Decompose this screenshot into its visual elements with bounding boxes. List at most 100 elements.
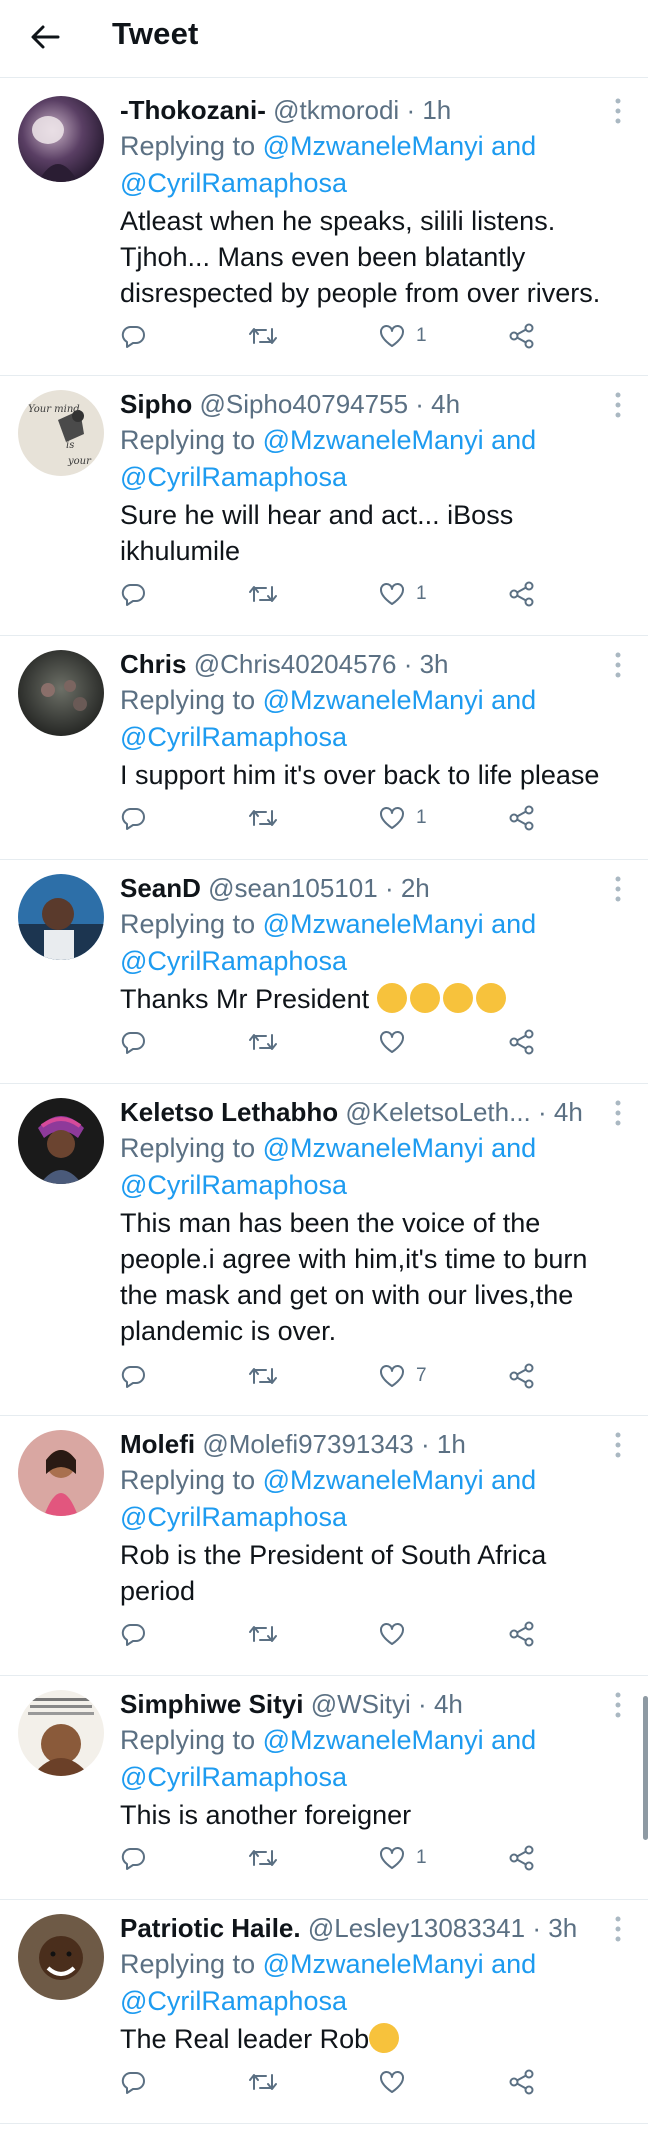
share-button[interactable] [508,1838,536,1878]
mention-link[interactable]: @MzwaneleManyi [263,1465,484,1495]
retweet-button[interactable] [248,1614,278,1654]
timestamp[interactable]: 1h [422,95,451,125]
mention-link[interactable]: @MzwaneleManyi [263,131,484,161]
retweet-button[interactable] [248,798,278,838]
mention-link[interactable]: @CyrilRamaphosa [120,1986,347,2016]
mention-and[interactable]: and [484,425,536,455]
like-button[interactable]: 1 [378,798,427,838]
tweet-item[interactable]: Patriotic Haile. @Lesley13083341 · 3h Re… [0,1900,648,2124]
mention-and[interactable]: and [484,1465,536,1495]
like-button[interactable] [378,1614,416,1654]
share-button[interactable] [508,1614,536,1654]
tweet-item[interactable]: -Thokozani- @tkmorodi · 1h Replying to @… [0,82,648,376]
tweet-item[interactable]: Simphiwe Sityi @WSityi · 4h Replying to … [0,1676,648,1900]
mention-link[interactable]: @CyrilRamaphosa [120,168,347,198]
user-handle[interactable]: @WSityi [311,1689,411,1719]
display-name[interactable]: Keletso Lethabho [120,1097,338,1127]
mention-and[interactable]: and [484,131,536,161]
share-button[interactable] [508,798,536,838]
user-handle[interactable]: @KeletsoLeth... [345,1097,530,1127]
scrollbar[interactable] [643,1696,648,1840]
share-button[interactable] [508,2062,536,2102]
avatar[interactable] [18,1098,104,1184]
retweet-button[interactable] [248,1356,278,1396]
retweet-button[interactable] [248,1022,278,1062]
share-button[interactable] [508,574,536,614]
retweet-icon [249,586,277,602]
mention-link[interactable]: @CyrilRamaphosa [120,1762,347,1792]
mention-and[interactable]: and [484,909,536,939]
display-name[interactable]: Simphiwe Sityi [120,1689,304,1719]
tweet-item[interactable]: Chris @Chris40204576 · 3h Replying to @M… [0,636,648,860]
reply-button[interactable] [120,1356,146,1396]
share-button[interactable] [508,1356,536,1396]
display-name[interactable]: Molefi [120,1429,195,1459]
avatar[interactable] [18,1430,104,1516]
mention-link[interactable]: @MzwaneleManyi [263,909,484,939]
mention-link[interactable]: @CyrilRamaphosa [120,946,347,976]
mention-link[interactable]: @MzwaneleManyi [263,1949,484,1979]
tweet-item[interactable]: Molefi @Molefi97391343 · 1h Replying to … [0,1416,648,1676]
retweet-button[interactable] [248,574,278,614]
display-name[interactable]: Patriotic Haile. [120,1913,301,1943]
timestamp[interactable]: 3h [420,649,449,679]
reply-button[interactable] [120,1022,146,1062]
mention-and[interactable]: and [484,1725,536,1755]
reply-button[interactable] [120,2062,146,2102]
user-handle[interactable]: @sean105101 [208,873,378,903]
user-handle[interactable]: @tkmorodi [273,95,399,125]
timestamp[interactable]: 3h [548,1913,577,1943]
mention-link[interactable]: @MzwaneleManyi [263,685,484,715]
share-button[interactable] [508,1022,536,1062]
retweet-button[interactable] [248,316,278,356]
mention-and[interactable]: and [484,1133,536,1163]
tweet-item[interactable]: Your mind is your Sipho @Sipho40794755 · 4… [0,376,648,636]
avatar[interactable]: Your mind is your [18,390,104,476]
back-button[interactable] [22,14,68,60]
avatar[interactable] [18,650,104,736]
reply-button[interactable] [120,1614,146,1654]
retweet-button[interactable] [248,1838,278,1878]
timestamp[interactable]: 2h [401,873,430,903]
user-handle[interactable]: @Lesley13083341 [308,1913,525,1943]
like-button[interactable]: 7 [378,1356,427,1396]
tweet-item[interactable]: SeanD @sean105101 · 2h Replying to @Mzwa… [0,860,648,1084]
mention-and[interactable]: and [484,1949,536,1979]
reply-button[interactable] [120,316,146,356]
mention-link[interactable]: @MzwaneleManyi [263,1725,484,1755]
mention-link[interactable]: @CyrilRamaphosa [120,462,347,492]
heart-icon [380,1031,404,1053]
timestamp[interactable]: 4h [554,1097,583,1127]
like-button[interactable]: 1 [378,574,427,614]
mention-link[interactable]: @MzwaneleManyi [263,425,484,455]
display-name[interactable]: Sipho [120,389,192,419]
like-button[interactable]: 1 [378,316,427,356]
reply-button[interactable] [120,1838,146,1878]
mention-and[interactable]: and [484,685,536,715]
display-name[interactable]: SeanD [120,873,201,903]
like-button[interactable]: 1 [378,1838,427,1878]
avatar[interactable] [18,1914,104,2000]
share-button[interactable] [508,316,536,356]
avatar[interactable] [18,96,104,182]
tweet-item[interactable]: Keletso Lethabho @KeletsoLeth... · 4h Re… [0,1084,648,1416]
avatar[interactable] [18,874,104,960]
like-button[interactable] [378,1022,416,1062]
user-handle[interactable]: @Sipho40794755 [199,389,408,419]
display-name[interactable]: Chris [120,649,186,679]
mention-link[interactable]: @CyrilRamaphosa [120,722,347,752]
mention-link[interactable]: @CyrilRamaphosa [120,1170,347,1200]
display-name[interactable]: -Thokozani- [120,95,266,125]
timestamp[interactable]: 1h [437,1429,466,1459]
reply-button[interactable] [120,574,146,614]
timestamp[interactable]: 4h [431,389,460,419]
reply-button[interactable] [120,798,146,838]
user-handle[interactable]: @Molefi97391343 [202,1429,413,1459]
timestamp[interactable]: 4h [434,1689,463,1719]
user-handle[interactable]: @Chris40204576 [194,649,397,679]
avatar[interactable] [18,1690,104,1776]
mention-link[interactable]: @CyrilRamaphosa [120,1502,347,1532]
retweet-button[interactable] [248,2062,278,2102]
mention-link[interactable]: @MzwaneleManyi [263,1133,484,1163]
like-button[interactable] [378,2062,416,2102]
